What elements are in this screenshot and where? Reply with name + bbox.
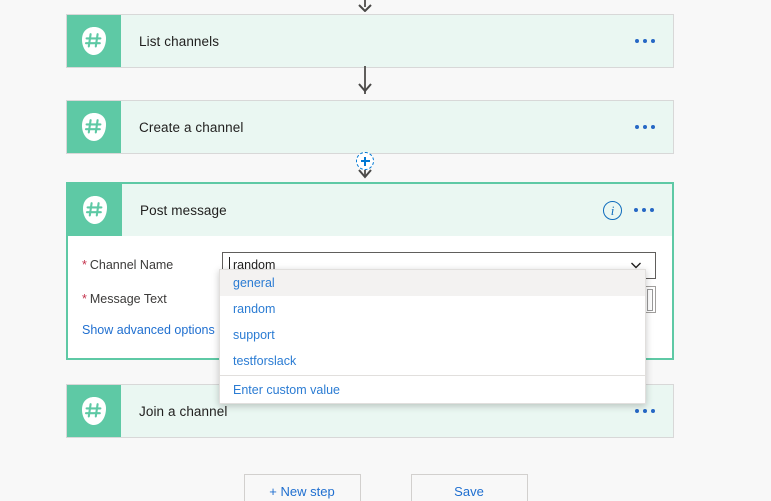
message-text-label: * Message Text bbox=[82, 292, 222, 306]
slack-hash-icon bbox=[67, 101, 121, 153]
slack-hash-icon bbox=[68, 184, 122, 236]
show-advanced-options-label: Show advanced options bbox=[82, 323, 215, 337]
message-text-label-text: Message Text bbox=[89, 292, 167, 306]
arrow-down-icon bbox=[356, 80, 374, 93]
channel-name-dropdown-list[interactable]: general random support testforslack Ente… bbox=[219, 269, 646, 404]
dropdown-option-random[interactable]: random bbox=[220, 296, 645, 322]
show-advanced-options-link[interactable]: Show advanced options bbox=[82, 323, 232, 337]
ellipsis-icon[interactable] bbox=[634, 204, 654, 216]
designer-footer: + New step Save bbox=[0, 474, 771, 501]
save-button[interactable]: Save bbox=[410, 474, 528, 501]
card-header[interactable]: Create a channel bbox=[67, 101, 673, 153]
card-header[interactable]: List channels bbox=[67, 15, 673, 67]
card-actions: i bbox=[603, 200, 672, 220]
required-asterisk: * bbox=[82, 258, 87, 272]
ellipsis-icon[interactable] bbox=[635, 35, 655, 47]
card-header[interactable]: Post message i bbox=[68, 184, 672, 236]
flow-card-list-channels[interactable]: List channels bbox=[66, 14, 674, 68]
ellipsis-icon[interactable] bbox=[635, 405, 655, 417]
flow-designer-canvas: List channels Create a channel Post mess… bbox=[0, 0, 771, 501]
slack-hash-icon bbox=[67, 385, 121, 437]
channel-name-label-text: Channel Name bbox=[89, 258, 174, 272]
arrow-down-icon bbox=[356, 0, 374, 12]
slack-hash-icon bbox=[67, 15, 121, 67]
dropdown-option-support[interactable]: support bbox=[220, 322, 645, 348]
card-title: Create a channel bbox=[139, 119, 244, 135]
ellipsis-icon[interactable] bbox=[635, 121, 655, 133]
dropdown-option-testforslack[interactable]: testforslack bbox=[220, 348, 645, 374]
dropdown-option-general[interactable]: general bbox=[220, 270, 645, 296]
card-title: List channels bbox=[139, 33, 220, 49]
dropdown-option-enter-custom-value[interactable]: Enter custom value bbox=[220, 376, 645, 403]
info-circle-icon[interactable]: i bbox=[603, 200, 622, 220]
card-actions bbox=[635, 405, 673, 417]
arrow-down-icon bbox=[356, 166, 374, 179]
card-title: Join a channel bbox=[139, 403, 228, 419]
message-text-scrollbar[interactable] bbox=[647, 288, 653, 311]
card-title: Post message bbox=[140, 202, 227, 218]
card-actions bbox=[635, 35, 673, 47]
channel-name-label: * Channel Name bbox=[82, 258, 222, 272]
required-asterisk: * bbox=[82, 292, 87, 306]
flow-card-create-a-channel[interactable]: Create a channel bbox=[66, 100, 674, 154]
card-actions bbox=[635, 121, 673, 133]
new-step-button[interactable]: + New step bbox=[243, 474, 361, 501]
